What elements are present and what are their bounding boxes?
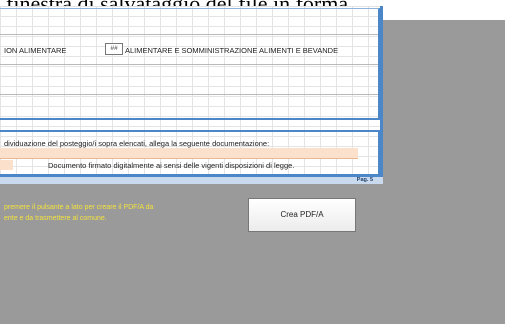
page-number: Pag. 5 — [356, 177, 373, 183]
create-pdfa-button[interactable]: Crea PDF/A — [248, 198, 356, 232]
signature-field[interactable] — [0, 160, 13, 170]
category-row: ION ALIMENTARE ## ALIMENTARE E SOMMINIST… — [4, 43, 376, 57]
category-label-left: ION ALIMENTARE — [4, 46, 67, 55]
category-checkbox[interactable]: ## — [105, 43, 123, 55]
page-footer-bar — [0, 176, 383, 184]
row-divider — [0, 34, 378, 35]
instruction-line-1: premere il pulsante a lato per creare il… — [4, 204, 154, 211]
spreadsheet-sheet: ION ALIMENTARE ## ALIMENTARE E SOMMINIST… — [0, 6, 383, 184]
instruction-note: premere il pulsante a lato per creare il… — [4, 202, 153, 224]
documentation-field[interactable] — [0, 148, 358, 159]
row-divider — [0, 94, 378, 95]
signature-statement: Documento firmato digitalmente ai sensi … — [48, 161, 295, 170]
category-label-right: ALIMENTARE E SOMMINISTRAZIONE ALIMENTI E… — [125, 46, 339, 55]
instruction-line-2: ente e da trasmettere al comune. — [4, 215, 107, 222]
documentation-intro: dividuazione del posteggio/i sopra elenc… — [4, 139, 270, 148]
row-divider — [0, 64, 378, 65]
